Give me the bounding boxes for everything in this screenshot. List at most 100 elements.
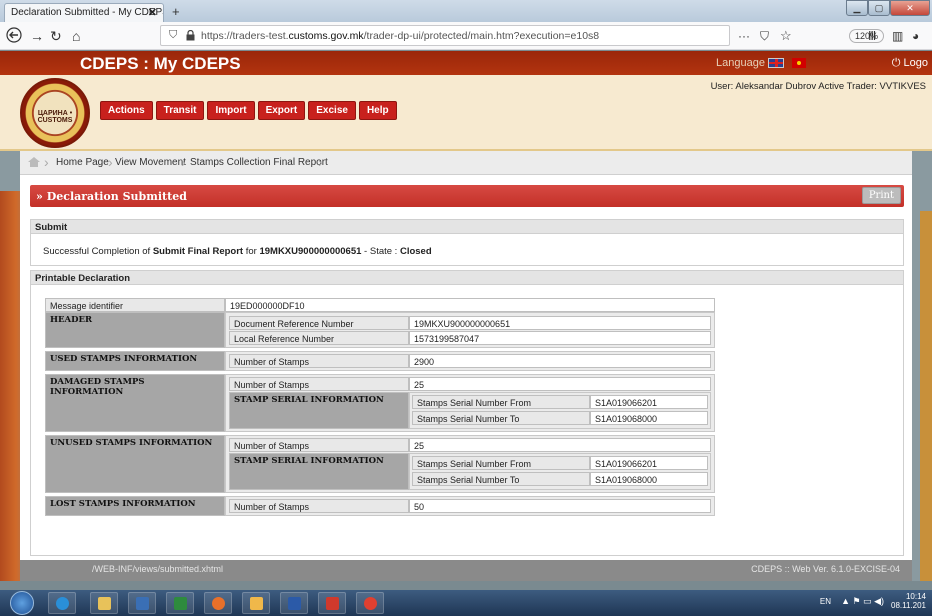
clock[interactable]: 10:14 08.11.201 — [891, 592, 926, 610]
breadcrumb-separator: › — [108, 154, 113, 170]
flag-mk-icon[interactable] — [791, 58, 806, 69]
damaged-from-label: Stamps Serial Number From — [412, 395, 590, 409]
word-icon — [288, 597, 301, 610]
taskbar-excel[interactable] — [166, 592, 194, 614]
library-icon[interactable]: Ⅲ — [868, 27, 876, 45]
url-text: https://traders-test.customs.gov.mk/trad… — [201, 30, 600, 42]
language-label: Language — [716, 57, 765, 69]
address-bar[interactable]: ⛉ https://traders-test.customs.gov.mk/tr… — [160, 25, 885, 46]
app-title: CDEPS : My CDEPS — [80, 54, 241, 73]
web-page: CDEPS : My CDEPS Language ⏻ Logo ЦАРИНА … — [0, 51, 932, 581]
bookmark-star-icon[interactable]: ☆ — [780, 27, 792, 45]
paint-icon — [250, 597, 263, 610]
lock-icon[interactable] — [186, 30, 195, 41]
taskbar-app2[interactable] — [318, 592, 346, 614]
breadcrumb-separator: › — [318, 154, 323, 170]
browser-tab[interactable]: Declaration Submitted - My CDEPS ✕ — [4, 3, 164, 22]
used-num-label: Number of Stamps — [229, 354, 409, 368]
declaration-header: » Declaration Submitted Print — [30, 185, 904, 207]
app-header-bar: CDEPS : My CDEPS Language ⏻ Logo — [0, 51, 932, 75]
tracking-shield-icon[interactable]: ⛉ — [169, 29, 177, 42]
language-selector[interactable]: Language — [716, 57, 806, 69]
print-button[interactable]: Print — [861, 187, 901, 204]
forward-arrow-icon[interactable]: → — [30, 27, 44, 45]
browser-nav-bar: → ↻ ⌂ ⛉ https://traders-test.customs.gov… — [0, 22, 932, 50]
breadcrumb-home[interactable]: Home Page — [56, 157, 109, 168]
tab-title: Declaration Submitted - My CDEPS — [11, 7, 164, 18]
local-ref-value: 1573199587047 — [409, 331, 711, 345]
unused-stamps-label: UNUSED STAMPS INFORMATION — [45, 435, 225, 493]
taskbar-explorer[interactable] — [90, 592, 118, 614]
submit-message: Successful Completion of Submit Final Re… — [43, 246, 432, 257]
printable-panel-title: Printable Declaration — [31, 271, 903, 285]
menu-excise[interactable]: Excise — [308, 101, 356, 120]
main-menu: Actions Transit Import Export Excise Hel… — [100, 101, 397, 120]
doc-ref-label: Document Reference Number — [229, 316, 409, 330]
zoom-indicator[interactable]: 120% — [849, 29, 885, 43]
pocket-icon[interactable]: ⛉ — [760, 27, 769, 45]
lost-stamps-label: LOST STAMPS INFORMATION — [45, 496, 225, 516]
reload-icon[interactable]: ↻ — [50, 27, 62, 45]
lost-num-label: Number of Stamps — [229, 499, 409, 513]
breadcrumb-current: Stamps Collection Final Report — [190, 157, 328, 168]
start-button[interactable] — [10, 591, 34, 615]
windows-taskbar: EN ▲ ⚑ ▭ ◀) 10:14 08.11.201 — [0, 590, 932, 616]
tray-icons[interactable]: ▲ ⚑ ▭ ◀) — [841, 596, 884, 607]
new-tab-button[interactable]: + — [172, 4, 180, 19]
maximize-button[interactable]: ▢ — [868, 0, 890, 16]
input-language[interactable]: EN — [820, 597, 831, 606]
unused-num-label: Number of Stamps — [229, 438, 409, 452]
page-footer: /WEB-INF/views/submitted.xhtml CDEPS :: … — [20, 560, 912, 581]
taskbar-ie[interactable] — [48, 592, 76, 614]
taskbar-firefox[interactable] — [204, 592, 232, 614]
taskbar-paint[interactable] — [242, 592, 270, 614]
footer-path: /WEB-INF/views/submitted.xhtml — [92, 564, 224, 574]
damaged-num-label: Number of Stamps — [229, 377, 409, 391]
tab-close-icon[interactable]: ✕ — [148, 6, 157, 19]
page-actions-icon[interactable]: ··· — [738, 27, 750, 45]
damaged-to-value: S1A019068000 — [590, 411, 708, 425]
home-icon[interactable]: ⌂ — [72, 27, 80, 45]
message-identifier-value: 19ED000000DF10 — [225, 298, 715, 312]
damaged-num-value: 25 — [409, 377, 711, 391]
minimize-button[interactable]: ▁ — [846, 0, 868, 16]
background-image-right — [920, 211, 932, 581]
folder-icon — [98, 597, 111, 610]
taskbar-app[interactable] — [128, 592, 156, 614]
chrome-icon — [364, 597, 377, 610]
damaged-serial-label: STAMP SERIAL INFORMATION — [229, 392, 409, 429]
used-stamps-label: USED STAMPS INFORMATION — [45, 351, 225, 371]
breadcrumb-separator: › — [181, 154, 186, 170]
logout-link[interactable]: ⏻ Logo — [892, 57, 928, 70]
taskbar-chrome[interactable] — [356, 592, 384, 614]
lost-num-value: 50 — [409, 499, 711, 513]
menu-transit[interactable]: Transit — [155, 101, 205, 120]
unused-num-value: 25 — [409, 438, 711, 452]
unused-from-label: Stamps Serial Number From — [412, 456, 590, 470]
menu-help[interactable]: Help — [358, 101, 397, 120]
app-icon — [136, 597, 149, 610]
app-header: CDEPS : My CDEPS Language ⏻ Logo ЦАРИНА … — [0, 51, 932, 151]
breadcrumb-view-movement[interactable]: View Movement — [115, 157, 186, 168]
submit-panel: Submit Successful Completion of Submit F… — [30, 219, 904, 266]
flag-uk-icon[interactable] — [767, 58, 784, 69]
close-window-button[interactable]: ✕ — [890, 0, 930, 16]
home-icon[interactable] — [28, 157, 40, 167]
menu-import[interactable]: Import — [207, 101, 255, 120]
unused-from-value: S1A019066201 — [590, 456, 708, 470]
damaged-from-value: S1A019066201 — [590, 395, 708, 409]
declaration-title: » Declaration Submitted — [36, 190, 187, 203]
window-controls: ▁ ▢ ✕ — [846, 0, 930, 18]
ie-icon — [56, 597, 69, 610]
user-info: User: Aleksandar Dubrov Active Trader: V… — [710, 81, 926, 92]
taskbar-word[interactable] — [280, 592, 308, 614]
footer-version: CDEPS :: Web Ver. 6.1.0-EXCISE-04 — [751, 564, 900, 574]
menu-actions[interactable]: Actions — [100, 101, 153, 120]
sidebar-icon[interactable]: ▥ — [892, 27, 903, 45]
back-button[interactable] — [6, 27, 22, 47]
damaged-to-label: Stamps Serial Number To — [412, 411, 590, 425]
account-icon[interactable]: ◕ — [912, 27, 919, 45]
menu-export[interactable]: Export — [257, 101, 306, 120]
header-section-label: HEADER — [45, 312, 225, 348]
breadcrumb: › Home Page › View Movement › Stamps Col… — [20, 151, 912, 175]
